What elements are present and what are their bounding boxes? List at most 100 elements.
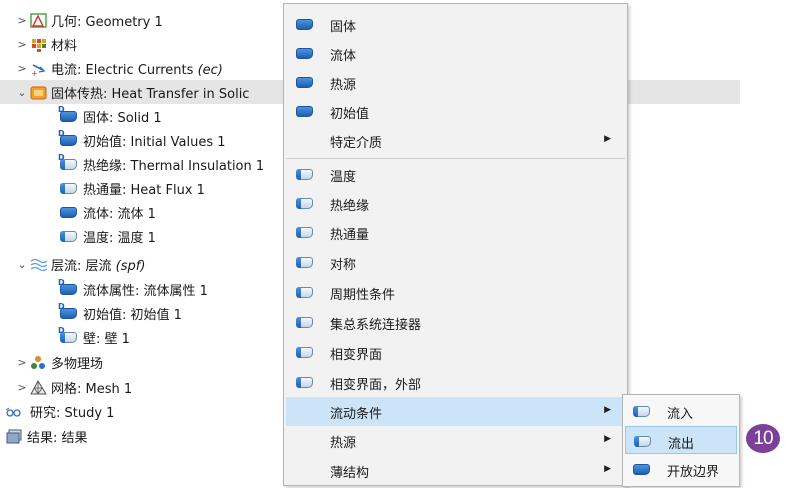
tree-item-materials[interactable]: > 材料 [14, 32, 77, 56]
boundary-feature-icon [60, 182, 77, 194]
menu-item-label: 初始值 [330, 107, 370, 122]
boundary-feature-icon [296, 287, 313, 298]
tree-item-laminar-flow[interactable]: ⌄ 层流: 层流 (spf) [14, 252, 145, 276]
tree-item-label: 几何: Geometry 1 [51, 14, 163, 30]
tree-item-initial-values-2[interactable]: 初始值: 初始值 1 [58, 301, 182, 325]
submenu-arrow-icon: ▶ [604, 405, 611, 415]
tree-item-label: 材料 [51, 38, 78, 54]
menu-item-periodic-condition[interactable]: 周期性条件 [286, 278, 625, 307]
menu-item-specific-media[interactable]: 特定介质 ▶ [286, 126, 625, 155]
tree-item-electric-currents[interactable]: > + 电流: Electric Currents (ec) [14, 56, 223, 80]
expand-caret-icon[interactable]: > [14, 381, 30, 394]
expand-caret-icon[interactable]: > [14, 356, 30, 369]
menu-item-initial-values[interactable]: 初始值 [286, 97, 625, 126]
menu-item-label: 相变界面 [330, 348, 383, 363]
menu-item-label: 流体 [330, 49, 357, 64]
menu-item-label: 周期性条件 [330, 288, 396, 303]
expand-caret-icon[interactable]: > [14, 38, 30, 51]
boundary-feature-icon [296, 347, 313, 358]
tree-item-solid[interactable]: 固体: Solid 1 [58, 104, 162, 128]
tree-item-label: 温度: 温度 1 [83, 230, 156, 246]
submenu-item-open-boundary[interactable]: 开放边界 [625, 455, 737, 483]
menu-item-symmetry[interactable]: 对称 [286, 248, 625, 277]
tree-item-label: 层流: 层流 (spf) [51, 255, 145, 274]
tree-item-label: 热绝缘: Thermal Insulation 1 [83, 158, 265, 174]
collapse-caret-icon[interactable]: ⌄ [14, 258, 30, 271]
menu-item-heat-flux[interactable]: 热通量 [286, 218, 625, 247]
menu-item-thermal-insulation[interactable]: 热绝缘 [286, 189, 625, 218]
domain-feature-icon [296, 106, 313, 117]
tree-item-geometry[interactable]: > 几何: Geometry 1 [14, 8, 163, 32]
boundary-feature-icon [58, 326, 77, 343]
boundary-feature-icon [58, 153, 77, 170]
tree-item-label: 热通量: Heat Flux 1 [83, 182, 205, 198]
menu-item-label: 特定介质 [330, 136, 383, 151]
expand-caret-icon[interactable]: > [14, 14, 30, 27]
menu-item-label: 热绝缘 [330, 199, 370, 214]
results-icon [6, 429, 23, 444]
menu-item-fluid[interactable]: 流体 [286, 39, 625, 68]
study-icon [6, 404, 26, 419]
menu-item-lumped-system-connector[interactable]: 集总系统连接器 [286, 308, 625, 337]
tree-item-label: 网格: Mesh 1 [51, 381, 133, 397]
tree-item-multiphysics[interactable]: > 多物理场 [14, 350, 103, 374]
tree-item-temperature[interactable]: 温度: 温度 1 [60, 224, 156, 248]
tree-item-label: 固体: Solid 1 [83, 110, 162, 126]
flow-conditions-submenu: 流入 流出 开放边界 [622, 394, 740, 487]
boundary-feature-icon [296, 198, 313, 209]
tree-item-label: 初始值: 初始值 1 [83, 307, 182, 323]
menu-item-label: 集总系统连接器 [330, 318, 422, 333]
tree-item-label: 结果: 结果 [27, 430, 88, 446]
tree-item-label: 初始值: Initial Values 1 [83, 134, 226, 150]
tree-item-thermal-insulation[interactable]: 热绝缘: Thermal Insulation 1 [58, 152, 265, 176]
menu-item-heat-source-submenu[interactable]: 热源 ▶ [286, 426, 625, 455]
multiphysics-icon [30, 355, 47, 370]
expand-caret-icon[interactable]: > [14, 62, 30, 75]
menu-item-flow-conditions[interactable]: 流动条件 ▶ [286, 397, 625, 426]
tree-item-label-main: 层流: 层流 [51, 258, 116, 274]
menu-item-label: 流入 [667, 407, 694, 422]
collapse-caret-icon[interactable]: ⌄ [14, 86, 30, 99]
menu-item-phase-change-interface-external[interactable]: 相变界面，外部 [286, 368, 625, 397]
domain-feature-icon [296, 19, 313, 30]
menu-item-heat-source[interactable]: 热源 [286, 68, 625, 97]
physics-tag: (ec) [197, 62, 223, 78]
feature-icon [58, 105, 77, 122]
menu-item-solid[interactable]: 固体 [286, 10, 625, 39]
menu-item-temperature[interactable]: 温度 [286, 160, 625, 189]
boundary-feature-icon [296, 227, 313, 238]
tree-item-label: 固体传热: Heat Transfer in Solic [51, 86, 250, 102]
tree-item-study[interactable]: 研究: Study 1 [6, 399, 114, 423]
submenu-item-outflow[interactable]: 流出 [625, 426, 737, 454]
menu-item-thin-structures[interactable]: 薄结构 ▶ [286, 456, 625, 485]
tree-item-fluid-properties[interactable]: 流体属性: 流体属性 1 [58, 277, 208, 301]
mesh-icon [30, 379, 47, 395]
tree-item-label: 电流: Electric Currents (ec) [51, 59, 223, 78]
tree-item-results[interactable]: 结果: 结果 [6, 424, 88, 448]
electric-currents-icon: + [30, 61, 47, 76]
tree-item-fluid[interactable]: 流体: 流体 1 [60, 200, 156, 224]
step-number-badge: 10 [746, 424, 780, 453]
tree-item-initial-values[interactable]: 初始值: Initial Values 1 [58, 128, 226, 152]
svg-text:+: + [31, 69, 38, 76]
materials-icon [30, 37, 47, 52]
tree-item-mesh[interactable]: > 网格: Mesh 1 [14, 375, 132, 399]
submenu-arrow-icon: ▶ [604, 434, 611, 444]
menu-item-label: 热源 [330, 436, 357, 451]
physics-tag: (spf) [115, 258, 146, 274]
laminar-flow-icon [30, 257, 47, 272]
submenu-item-inflow[interactable]: 流入 [625, 397, 737, 425]
tree-item-heat-flux[interactable]: 热通量: Heat Flux 1 [60, 176, 205, 200]
menu-item-phase-change-interface[interactable]: 相变界面 [286, 338, 625, 367]
menu-item-label: 温度 [330, 170, 357, 185]
menu-item-label: 对称 [330, 258, 357, 273]
boundary-feature-icon [633, 406, 650, 417]
menu-item-label: 开放边界 [667, 465, 720, 480]
domain-feature-icon [296, 77, 313, 88]
boundary-feature-icon [296, 257, 313, 268]
geometry-icon [30, 12, 47, 28]
submenu-arrow-icon: ▶ [604, 464, 611, 474]
tree-item-wall[interactable]: 壁: 壁 1 [58, 325, 130, 349]
heat-transfer-icon [30, 85, 47, 100]
feature-icon [60, 206, 77, 218]
